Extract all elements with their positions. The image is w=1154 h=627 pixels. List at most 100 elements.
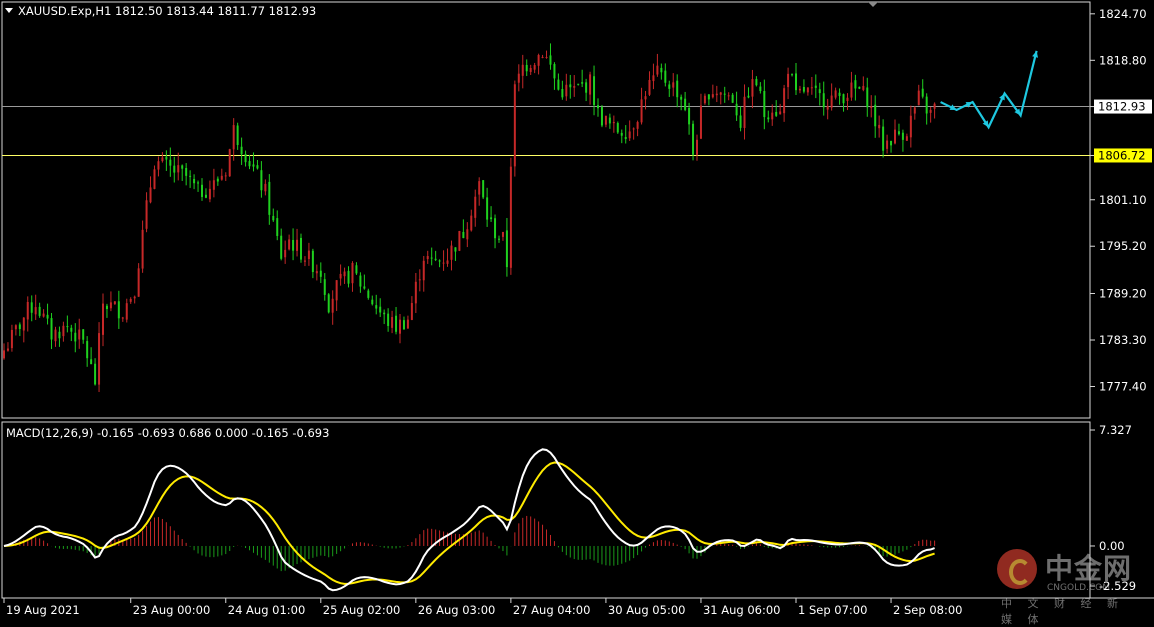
price-tick-label: 1777.40 [1099, 379, 1147, 393]
candle-body [450, 245, 453, 260]
candle-body [34, 307, 37, 315]
candle-body [117, 301, 120, 319]
candle-body [402, 320, 405, 330]
candle-body [593, 76, 596, 106]
bid-price-label: 1812.93 [1098, 100, 1146, 114]
time-tick-label: 1 Sep 07:00 [798, 603, 867, 617]
candle-body [121, 317, 124, 319]
candle-body [399, 319, 401, 334]
candle-body [886, 140, 889, 149]
candle-body [533, 65, 536, 70]
candle-body [410, 303, 413, 320]
candle-body [569, 84, 572, 88]
shift-marker-icon [868, 2, 878, 7]
candle-body [153, 169, 156, 189]
candle-body [874, 104, 877, 127]
candle-body [743, 96, 746, 128]
candle-body [478, 181, 481, 195]
candle-body [608, 117, 611, 124]
candle-body [220, 175, 223, 180]
candle-body [311, 250, 314, 273]
candle-body [169, 159, 172, 166]
candle-body [26, 301, 29, 320]
candle-body [18, 324, 21, 329]
candle-body [553, 64, 556, 79]
candle-body [862, 85, 865, 90]
candle-body [482, 180, 485, 198]
candle-body [66, 326, 69, 328]
candle-body [779, 111, 782, 115]
candle-body [680, 96, 683, 100]
candle-body [561, 89, 564, 98]
price-tick-label: 1789.20 [1099, 287, 1147, 301]
candle-body [280, 235, 283, 259]
candle-body [90, 359, 93, 365]
candle-body [541, 56, 544, 58]
candle-body [565, 84, 568, 97]
candle-body [604, 115, 607, 125]
candle-body [204, 194, 207, 198]
candle-body [438, 260, 441, 262]
candle-body [648, 80, 651, 95]
candle-body [577, 83, 580, 85]
candle-body [78, 329, 81, 340]
price-tick-label: 1801.10 [1099, 193, 1147, 207]
candle-body [791, 74, 794, 76]
candle-body [739, 115, 742, 128]
candle-body [70, 327, 73, 332]
candle-body [292, 240, 295, 251]
macd-main-line [3, 448, 935, 592]
candle-body [882, 126, 885, 151]
candle-body [806, 87, 809, 93]
price-panel-border [1, 1, 1091, 419]
candle-body [913, 107, 916, 114]
candle-body [905, 136, 908, 141]
watermark-logo: 中金网 CNGOLD.COM 中 文 财 经 新 媒 体 [995, 543, 1150, 626]
candle-body [767, 117, 770, 120]
candle-body [62, 325, 65, 337]
candle-body [14, 325, 17, 330]
candle-body [327, 294, 330, 313]
macd-panel-border [1, 421, 1091, 599]
candle-body [719, 92, 722, 95]
candle-body [248, 161, 251, 167]
candle-body [351, 262, 354, 284]
candle-body [834, 90, 837, 98]
candle-body [826, 106, 829, 110]
candle-body [177, 165, 180, 173]
candle-body [272, 215, 275, 221]
candle-body [98, 333, 101, 385]
candle-body [545, 57, 548, 59]
candle-body [252, 164, 255, 167]
candle-body [422, 260, 425, 281]
candle-body [466, 229, 469, 240]
candle-body [383, 312, 386, 315]
time-tick-label: 26 Aug 03:00 [418, 603, 496, 617]
candle-body [707, 94, 710, 100]
candle-body [276, 218, 279, 236]
candle-body [652, 75, 655, 82]
macd-panel: 7.3270.00-2.529 [3, 423, 1136, 593]
candle-body [216, 178, 219, 182]
candle-body [612, 122, 615, 124]
candle-body [414, 281, 417, 304]
candle-body [640, 99, 643, 123]
time-tick-label: 25 Aug 02:00 [323, 603, 401, 617]
time-tick-label: 27 Aug 04:00 [513, 603, 591, 617]
candle-body [878, 124, 881, 129]
candle-body [901, 132, 904, 140]
time-tick-label: 30 Aug 05:00 [608, 603, 686, 617]
candle-body [339, 273, 342, 279]
candle-body [375, 305, 378, 309]
candle-body [616, 123, 619, 133]
candle-body [735, 103, 738, 116]
candle-body [731, 94, 734, 103]
candle-body [458, 230, 461, 251]
candle-body [105, 305, 108, 309]
candle-body [798, 88, 801, 91]
candle-body [822, 93, 825, 108]
candle-body [145, 200, 148, 229]
candle-body [802, 86, 805, 92]
candle-body [54, 329, 57, 342]
candle-body [668, 84, 671, 89]
